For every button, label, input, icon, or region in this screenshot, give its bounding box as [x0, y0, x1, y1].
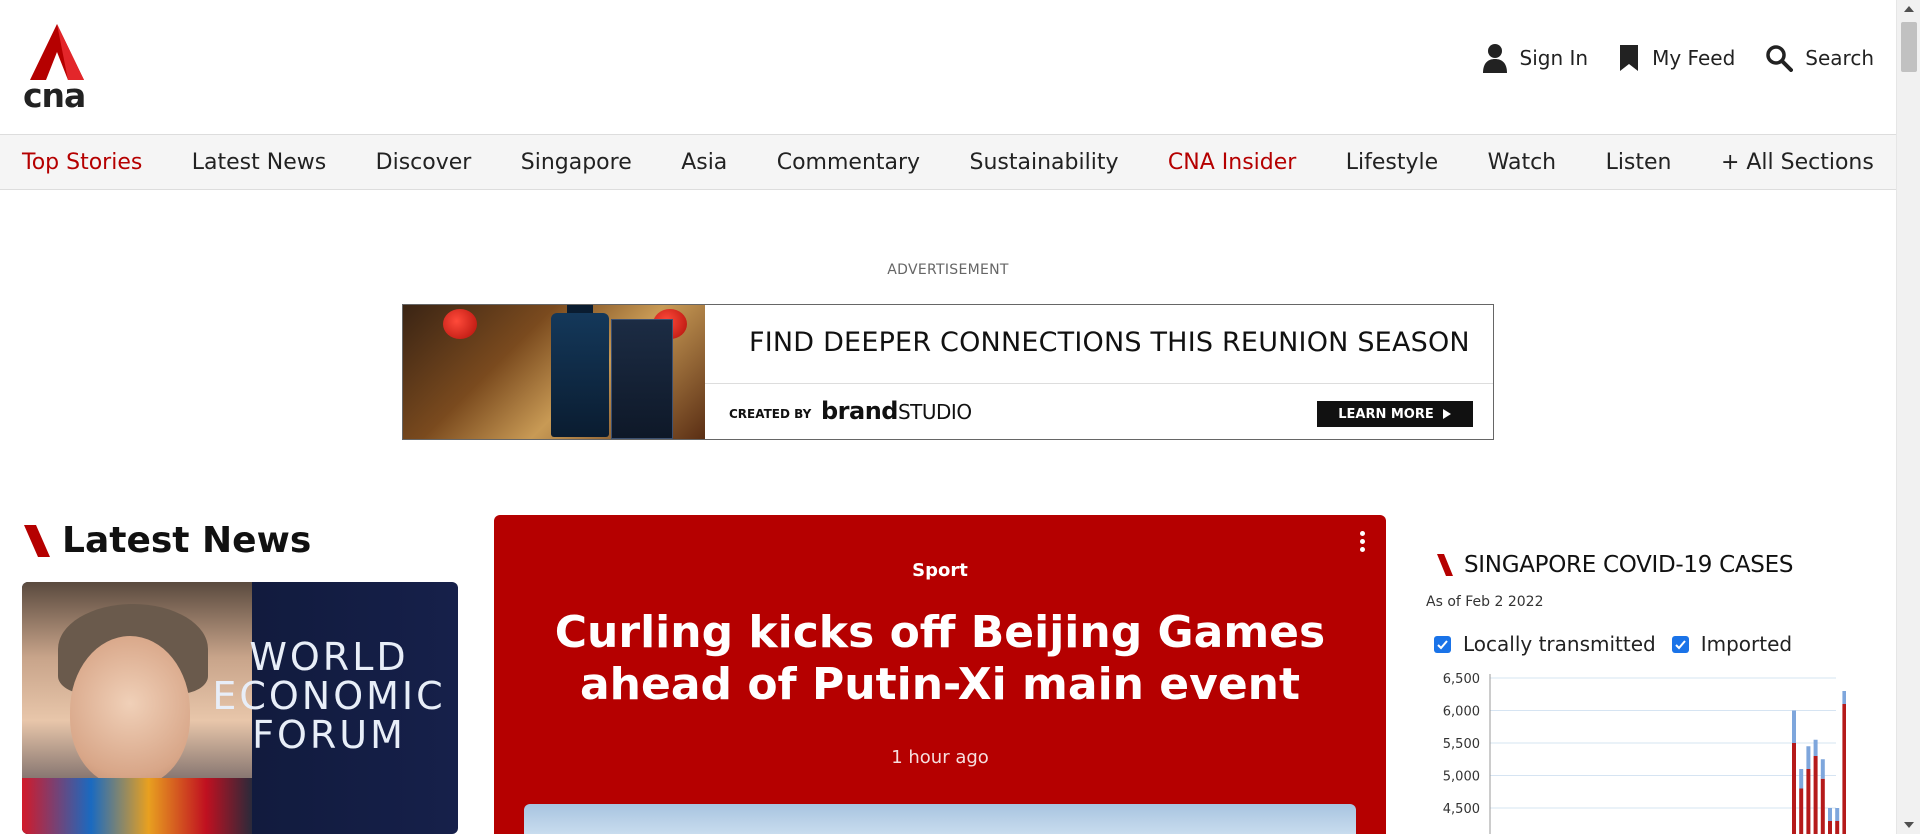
- chart-bar-imported[interactable]: [1806, 746, 1811, 769]
- section-slash-icon: [24, 524, 50, 557]
- user-icon: [1482, 44, 1507, 73]
- sign-in-label: Sign In: [1519, 46, 1589, 70]
- ad-brand-studio: STUDIO: [897, 400, 972, 424]
- chart-y-tick-label: 4,500: [1443, 802, 1480, 817]
- ad-brand-main: brand: [821, 397, 898, 425]
- nav-item-watch[interactable]: Watch: [1488, 150, 1557, 175]
- site-header: cna Sign In My Feed Search: [0, 0, 1896, 134]
- chart-y-tick-label: 5,500: [1443, 737, 1480, 752]
- latest-news-title[interactable]: Latest News: [62, 520, 311, 561]
- header-actions: Sign In My Feed Search: [1482, 43, 1874, 73]
- legend-local[interactable]: Locally transmitted: [1434, 632, 1656, 656]
- chart-bar-local[interactable]: [1842, 704, 1846, 834]
- chart-bar-local[interactable]: [1820, 778, 1825, 834]
- chart-bar-local[interactable]: [1806, 769, 1811, 834]
- chart-y-tick-label: 5,000: [1443, 770, 1480, 785]
- cna-logo-mark-icon: [30, 24, 84, 80]
- nav-item-commentary[interactable]: Commentary: [777, 150, 920, 175]
- feature-image[interactable]: [524, 804, 1356, 834]
- photo-face: [70, 636, 190, 786]
- legend-imported-label: Imported: [1700, 632, 1793, 656]
- chart-bar-imported[interactable]: [1842, 691, 1846, 704]
- covid-as-of-date: As of Feb 2 2022: [1426, 594, 1544, 610]
- covid-cases-widget: SINGAPORE COVID-19 CASES As of Feb 2 202…: [1426, 552, 1846, 834]
- feature-timestamp: 1 hour ago: [891, 747, 989, 768]
- latest-news-card-image[interactable]: WORLD ECONOMIC FORUM: [22, 582, 458, 834]
- legend-local-label: Locally transmitted: [1463, 632, 1656, 656]
- feature-headline[interactable]: Curling kicks off Beijing Games ahead of…: [534, 607, 1346, 711]
- search-icon: [1766, 45, 1794, 72]
- covid-heading: SINGAPORE COVID-19 CASES: [1436, 552, 1793, 578]
- wef-backdrop-text: WORLD ECONOMIC FORUM: [204, 638, 454, 755]
- learn-more-label: LEARN MORE: [1338, 406, 1434, 422]
- learn-more-button[interactable]: LEARN MORE: [1317, 401, 1473, 427]
- ad-created-by: CREATED BY: [729, 407, 812, 421]
- gift-box-decoration: [611, 319, 673, 439]
- ad-image: [403, 305, 705, 439]
- nav-item-discover[interactable]: Discover: [376, 150, 472, 175]
- nav-item-listen[interactable]: Listen: [1606, 150, 1672, 175]
- ad-divider: [705, 383, 1493, 384]
- search-label: Search: [1805, 46, 1874, 70]
- chart-bar-imported[interactable]: [1820, 759, 1825, 779]
- nav-item-sustainability[interactable]: Sustainability: [970, 150, 1119, 175]
- page-scrollbar[interactable]: [1896, 0, 1920, 834]
- my-feed-button[interactable]: My Feed: [1618, 43, 1735, 73]
- checkmark-icon: [1437, 639, 1448, 649]
- wef-word: ECONOMIC: [212, 674, 446, 718]
- ad-headline: FIND DEEPER CONNECTIONS THIS REUNION SEA…: [749, 327, 1470, 358]
- nav-item-latest-news[interactable]: Latest News: [192, 150, 326, 175]
- nav-item-asia[interactable]: Asia: [681, 150, 727, 175]
- nav-item-all-sections[interactable]: + All Sections: [1721, 150, 1874, 175]
- covid-title: SINGAPORE COVID-19 CASES: [1464, 552, 1794, 578]
- nav-item-singapore[interactable]: Singapore: [521, 150, 632, 175]
- chart-y-tick-label: 6,500: [1443, 672, 1480, 687]
- scroll-down-arrow-icon[interactable]: [1897, 816, 1920, 834]
- section-slash-icon: [1437, 554, 1453, 576]
- lantern-decoration: [443, 309, 477, 339]
- wef-word: FORUM: [252, 713, 406, 757]
- bottle-decoration: [551, 313, 609, 437]
- nav-item-cna-insider[interactable]: CNA Insider: [1168, 150, 1296, 175]
- legend-imported[interactable]: Imported: [1671, 632, 1793, 656]
- chart-bar-imported[interactable]: [1835, 808, 1840, 821]
- main-nav: Top Stories Latest News Discover Singapo…: [0, 134, 1896, 190]
- bookmark-icon: [1620, 45, 1639, 71]
- advertisement-label: ADVERTISEMENT: [887, 262, 1009, 278]
- ad-brand-logo: brandSTUDIO: [821, 397, 972, 425]
- more-options-icon[interactable]: [1358, 531, 1366, 555]
- chart-bar-imported[interactable]: [1813, 739, 1818, 756]
- chart-bar-local[interactable]: [1835, 821, 1840, 834]
- local-checkbox[interactable]: [1434, 635, 1451, 653]
- nav-item-top-stories[interactable]: Top Stories: [22, 150, 142, 175]
- chart-y-tick-label: 6,000: [1443, 705, 1480, 720]
- covid-legend: Locally transmitted Imported: [1434, 632, 1798, 656]
- wef-word: WORLD: [249, 635, 409, 679]
- nav-item-lifestyle[interactable]: Lifestyle: [1346, 150, 1438, 175]
- chart-bar-local[interactable]: [1813, 756, 1818, 834]
- covid-cases-chart: 4,500 5,000 5,500 6,000 6,500: [1443, 672, 1846, 834]
- feature-category[interactable]: Sport: [494, 560, 1386, 581]
- latest-news-heading: Latest News: [22, 520, 311, 561]
- scroll-thumb[interactable]: [1901, 22, 1917, 72]
- chart-bar-imported[interactable]: [1799, 769, 1804, 789]
- search-button[interactable]: Search: [1765, 44, 1874, 72]
- chart-bar-local[interactable]: [1828, 821, 1832, 834]
- chart-bar-local[interactable]: [1792, 743, 1796, 834]
- featured-story-card[interactable]: Sport Curling kicks off Beijing Games ah…: [494, 515, 1386, 834]
- chart-bar-imported[interactable]: [1792, 710, 1796, 744]
- play-arrow-icon: [1442, 409, 1451, 419]
- ad-text-area: FIND DEEPER CONNECTIONS THIS REUNION SEA…: [705, 305, 1493, 439]
- scroll-up-arrow-icon[interactable]: [1897, 0, 1920, 18]
- chart-bar-local[interactable]: [1799, 788, 1804, 834]
- chart-bar-imported[interactable]: [1828, 808, 1832, 821]
- checkmark-icon: [1675, 639, 1686, 649]
- photo-scarf: [22, 778, 252, 834]
- cna-logo-text: cna: [23, 76, 86, 115]
- my-feed-label: My Feed: [1652, 46, 1736, 70]
- ad-banner[interactable]: FIND DEEPER CONNECTIONS THIS REUNION SEA…: [402, 304, 1494, 440]
- imported-checkbox[interactable]: [1671, 635, 1689, 653]
- sign-in-button[interactable]: Sign In: [1482, 43, 1589, 73]
